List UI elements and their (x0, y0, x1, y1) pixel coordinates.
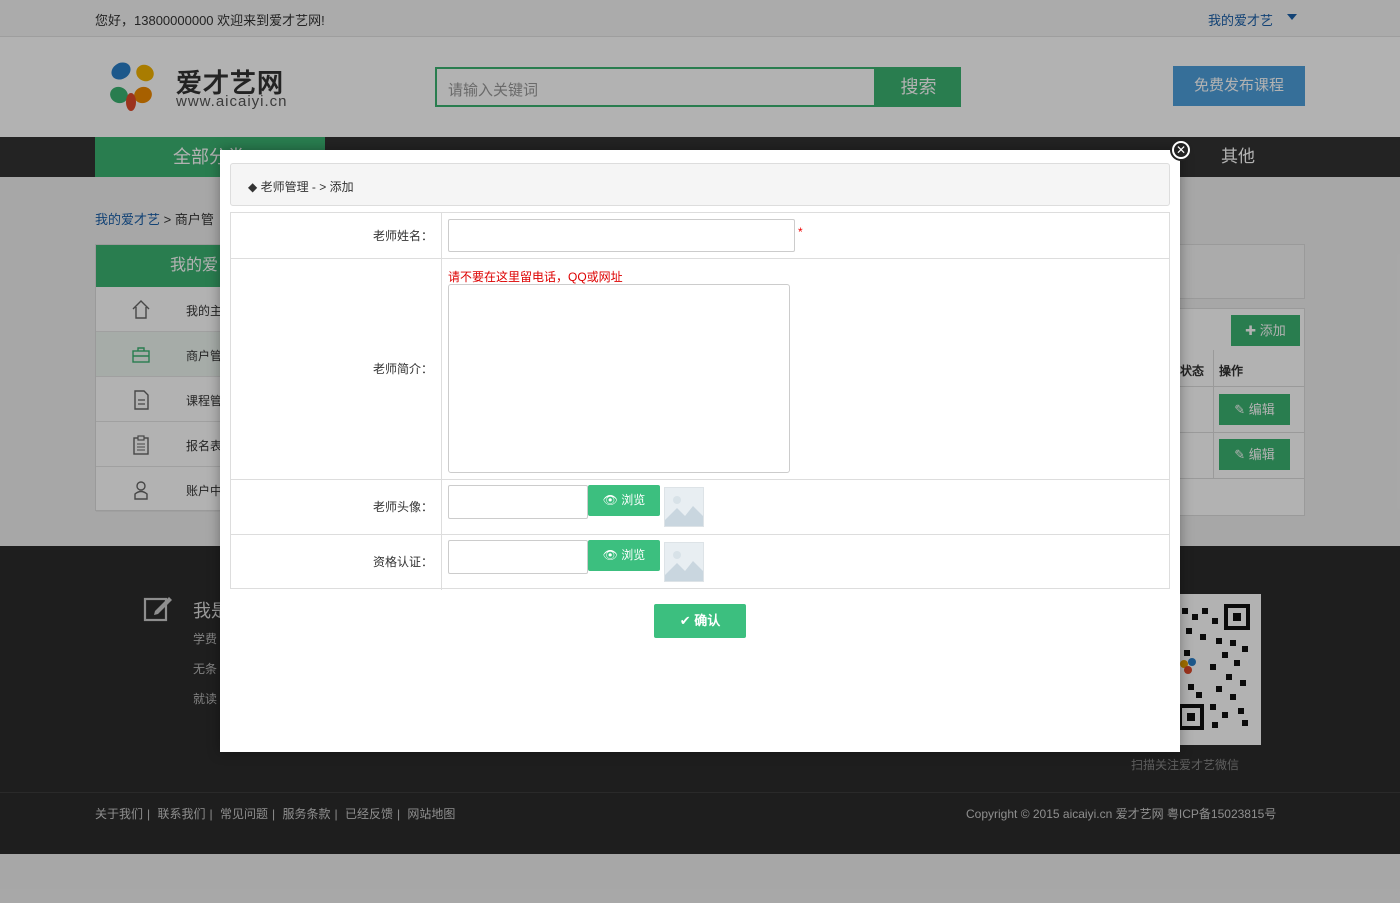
form-row-intro: 老师简介： 请不要在这里留电话，QQ或网址 (231, 259, 1169, 480)
avatar-file-input[interactable] (448, 485, 588, 519)
teacher-avatar-label: 老师头像： (231, 480, 442, 534)
teacher-form: 老师姓名： * 老师简介： 请不要在这里留电话，QQ或网址 老师头像： 👁 浏览… (230, 212, 1170, 590)
cert-file-input[interactable] (448, 540, 588, 574)
eye-icon: 👁 (602, 548, 618, 562)
add-teacher-dialog: ◆ 老师管理 - > 添加 老师姓名： * 老师简介： 请不要在这里留电话，QQ… (220, 150, 1180, 752)
check-icon: ✔ (679, 613, 691, 628)
browse-label: 浏览 (621, 493, 646, 507)
teacher-name-label: 老师姓名： (231, 213, 442, 258)
confirm-button[interactable]: ✔ 确认 (654, 604, 746, 638)
dialog-breadcrumb: ◆ 老师管理 - > 添加 (230, 163, 1170, 206)
certification-label: 资格认证： (231, 535, 442, 590)
avatar-preview-image (664, 487, 704, 527)
browse-label: 浏览 (621, 548, 646, 562)
form-row-avatar: 老师头像： 👁 浏览 (231, 480, 1169, 535)
dialog-breadcrumb-text: 老师管理 - > 添加 (260, 180, 354, 194)
teacher-name-input[interactable] (448, 219, 795, 252)
intro-warning-text: 请不要在这里留电话，QQ或网址 (448, 270, 623, 284)
cert-preview-image (664, 542, 704, 582)
close-icon[interactable]: ✕ (1170, 139, 1192, 161)
confirm-label: 确认 (694, 613, 721, 628)
teacher-intro-label: 老师简介： (231, 259, 442, 479)
form-row-cert: 资格认证： 👁 浏览 (231, 535, 1169, 590)
eye-icon: 👁 (602, 493, 618, 507)
required-mark: * (798, 225, 803, 239)
form-row-name: 老师姓名： * (231, 213, 1169, 259)
bullet-icon: ◆ (248, 180, 258, 194)
cert-browse-button[interactable]: 👁 浏览 (588, 540, 660, 571)
avatar-browse-button[interactable]: 👁 浏览 (588, 485, 660, 516)
teacher-intro-textarea[interactable] (448, 284, 790, 473)
